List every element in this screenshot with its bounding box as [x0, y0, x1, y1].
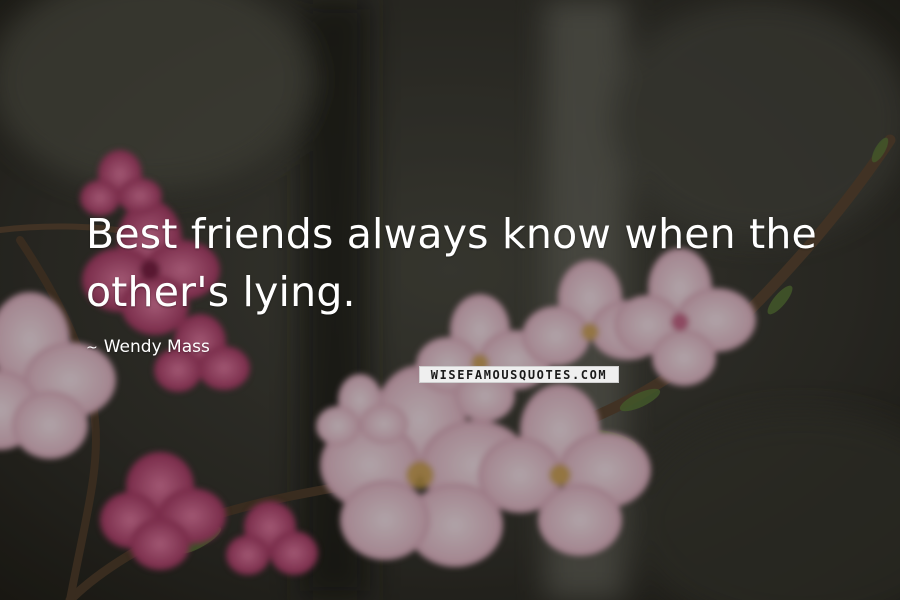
quote-line-2: other's lying.	[86, 268, 356, 316]
quote-text: Best friends always know when the other'…	[86, 205, 846, 321]
quote-author: ~ Wendy Mass	[86, 336, 210, 359]
quote-line-1: Best friends always know when the	[86, 210, 817, 258]
quote-image: Best friends always know when the other'…	[0, 0, 900, 600]
watermark-logo: WISEFAMOUSQUOTES.COM	[419, 366, 619, 383]
author-prefix: ~	[86, 340, 98, 356]
author-name: Wendy Mass	[103, 337, 210, 357]
